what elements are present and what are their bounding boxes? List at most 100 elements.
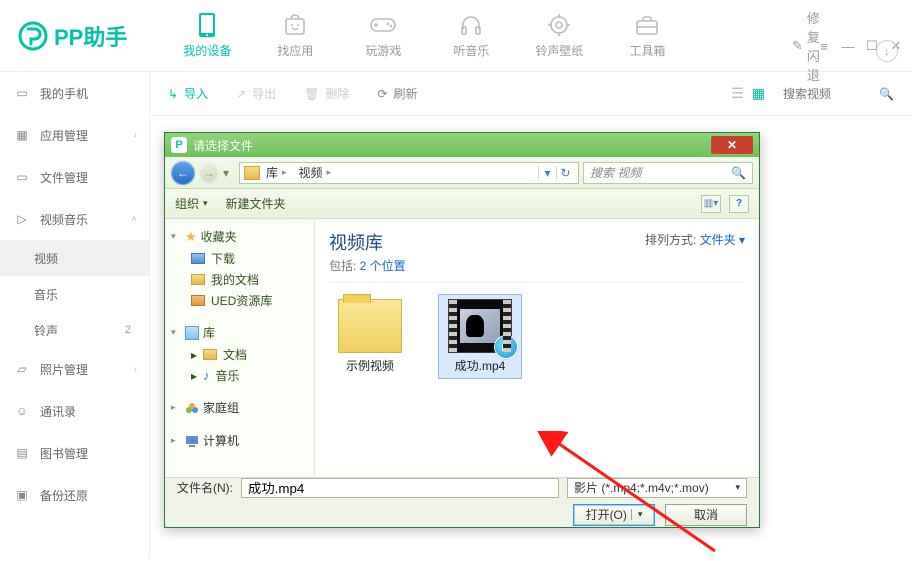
book-icon: ▤ xyxy=(14,445,30,461)
toolbox-icon xyxy=(634,12,660,38)
path-seg-video[interactable]: 视频▸ xyxy=(295,164,338,181)
library-icon xyxy=(185,326,199,340)
export-icon: ↗ xyxy=(236,87,246,101)
open-button[interactable]: 打开(O)▾ xyxy=(573,504,655,526)
nav-toolbox[interactable]: 工具箱 xyxy=(603,6,691,65)
tree-homegroup[interactable]: ▸家庭组 xyxy=(169,396,310,419)
bag-icon xyxy=(282,12,308,38)
search-input[interactable] xyxy=(781,86,871,102)
sidebar-sub-music[interactable]: 音乐 xyxy=(0,276,149,312)
list-view-icon[interactable]: ☰ xyxy=(731,85,744,102)
help-button[interactable]: ? xyxy=(729,195,749,213)
folder-icon xyxy=(191,295,205,306)
chevron-right-icon: › xyxy=(134,364,137,375)
sidebar-contacts[interactable]: ☺通讯录 xyxy=(0,390,149,432)
import-icon: ↳ xyxy=(168,87,178,101)
dialog-close-button[interactable]: ✕ xyxy=(711,136,753,154)
apps-icon: ▦ xyxy=(14,127,30,143)
nav-forward-button: → xyxy=(199,163,219,183)
tree-item-music[interactable]: ▸♪音乐 xyxy=(169,365,310,386)
backup-icon: ▣ xyxy=(14,487,30,503)
tree-item-downloads[interactable]: 下载 xyxy=(169,248,310,269)
folder-icon xyxy=(191,274,205,285)
folder-icon: ▭ xyxy=(14,169,30,185)
main-nav: 我的设备 找应用 玩游戏 听音乐 铃声壁纸 工具箱 xyxy=(163,6,691,65)
grid-view-icon[interactable]: ▦ xyxy=(752,85,765,102)
path-seg-library[interactable]: 库▸ xyxy=(262,164,293,181)
view-mode-button[interactable]: ▥▾ xyxy=(701,195,721,213)
search-box[interactable]: 🔍 xyxy=(781,86,894,102)
contacts-icon: ☺ xyxy=(14,403,30,419)
folder-icon xyxy=(191,253,205,264)
sidebar-my-phone[interactable]: ▭我的手机 xyxy=(0,72,149,114)
nav-music[interactable]: 听音乐 xyxy=(427,6,515,65)
sidebar-sub-ringtone[interactable]: 铃声2 xyxy=(0,312,149,348)
sidebar-app-manage[interactable]: ▦应用管理› xyxy=(0,114,149,156)
computer-icon xyxy=(185,434,199,448)
tree-item-documents[interactable]: ▸文档 xyxy=(169,344,310,365)
locations-link[interactable]: 2 个位置 xyxy=(360,259,406,273)
refresh-icon: ⟳ xyxy=(377,87,387,101)
chevron-up-icon: ˄ xyxy=(131,214,137,225)
nav-games[interactable]: 玩游戏 xyxy=(339,6,427,65)
minimize-icon[interactable]: — xyxy=(840,39,856,54)
export-button: ↗导出 xyxy=(236,85,276,102)
tree-item-mydocs[interactable]: 我的文档 xyxy=(169,269,310,290)
music-icon: ♪ xyxy=(203,368,210,383)
phone-icon: ▭ xyxy=(14,85,30,101)
star-icon: ★ xyxy=(185,229,197,245)
import-button[interactable]: ↳导入 xyxy=(168,85,208,102)
headphone-icon xyxy=(458,12,484,38)
sidebar-sub-video[interactable]: 视频 xyxy=(0,240,149,276)
tree-computer[interactable]: ▸计算机 xyxy=(169,429,310,452)
nav-my-device[interactable]: 我的设备 xyxy=(163,6,251,65)
dialog-nav: ← → ▾ 库▸ 视频▸ ▾↻ 搜索 视频 🔍 xyxy=(165,157,759,189)
file-item-mp4[interactable]: ▶ 成功.mp4 xyxy=(439,295,521,378)
history-dropdown-icon[interactable]: ▾ xyxy=(223,166,235,180)
search-icon[interactable]: 🔍 xyxy=(879,87,894,101)
wmp-icon: ▶ xyxy=(495,336,517,358)
nav-find-apps[interactable]: 找应用 xyxy=(251,6,339,65)
tree-item-ued[interactable]: UED资源库 xyxy=(169,290,310,311)
folder-tree: ▾★收藏夹 下载 我的文档 UED资源库 ▾库 ▸文档 ▸♪音乐 ▸家庭组 ▸计… xyxy=(165,219,315,477)
nav-back-button[interactable]: ← xyxy=(171,161,195,185)
delete-button: 🗑删除 xyxy=(304,85,349,102)
nav-ringtone-wallpaper[interactable]: 铃声壁纸 xyxy=(515,6,603,65)
cancel-button[interactable]: 取消 xyxy=(665,504,747,526)
app-logo: PP助手 xyxy=(18,20,127,52)
dialog-title: 请选择文件 xyxy=(193,137,253,154)
dialog-footer: 文件名(N): 影片 (*.mp4;*.m4v;*.mov)▾ 打开(O)▾ 取… xyxy=(165,477,759,527)
path-bar[interactable]: 库▸ 视频▸ ▾↻ xyxy=(239,162,579,184)
trash-icon: 🗑 xyxy=(304,87,319,101)
filetype-filter[interactable]: 影片 (*.mp4;*.m4v;*.mov)▾ xyxy=(567,478,747,498)
tree-libraries[interactable]: ▾库 xyxy=(169,321,310,344)
dialog-search[interactable]: 搜索 视频 🔍 xyxy=(583,162,753,184)
path-refresh-icon[interactable]: ↻ xyxy=(556,166,574,180)
sidebar-file-manage[interactable]: ▭文件管理 xyxy=(0,156,149,198)
sidebar-books[interactable]: ▤图书管理 xyxy=(0,432,149,474)
library-subtitle: 包括: 2 个位置 xyxy=(329,257,745,274)
sidebar-photo-manage[interactable]: ▱照片管理› xyxy=(0,348,149,390)
tree-favorites[interactable]: ▾★收藏夹 xyxy=(169,225,310,248)
file-item-folder[interactable]: 示例视频 xyxy=(329,295,411,378)
path-dropdown-icon[interactable]: ▾ xyxy=(538,166,556,180)
gear-icon xyxy=(546,12,572,38)
menu-icon[interactable]: ≡ xyxy=(816,39,832,54)
download-button[interactable]: ↓ xyxy=(876,40,898,62)
phone-icon xyxy=(194,12,220,38)
dialog-titlebar[interactable]: P 请选择文件 ✕ xyxy=(165,133,759,157)
pp-icon: P xyxy=(171,137,187,153)
new-folder-button[interactable]: 新建文件夹 xyxy=(226,195,286,212)
organize-button[interactable]: 组织 ▾ xyxy=(175,195,208,212)
sidebar-video-music[interactable]: ▷视频音乐˄ xyxy=(0,198,149,240)
library-folder-icon xyxy=(244,166,260,180)
sidebar-backup[interactable]: ▣备份还原 xyxy=(0,474,149,516)
arrange-by: 排列方式: 文件夹 ▾ xyxy=(645,231,745,248)
file-list-pane: 视频库 包括: 2 个位置 排列方式: 文件夹 ▾ 示例视频 ▶ 成功.mp4 xyxy=(315,219,759,477)
filename-input[interactable] xyxy=(241,478,559,498)
sidebar: ▭我的手机 ▦应用管理› ▭文件管理 ▷视频音乐˄ 视频 音乐 铃声2 ▱照片管… xyxy=(0,72,150,559)
filename-label: 文件名(N): xyxy=(177,479,233,496)
refresh-button[interactable]: ⟳刷新 xyxy=(377,85,417,102)
chevron-right-icon: › xyxy=(134,130,137,141)
arrange-link[interactable]: 文件夹 ▾ xyxy=(700,233,745,247)
